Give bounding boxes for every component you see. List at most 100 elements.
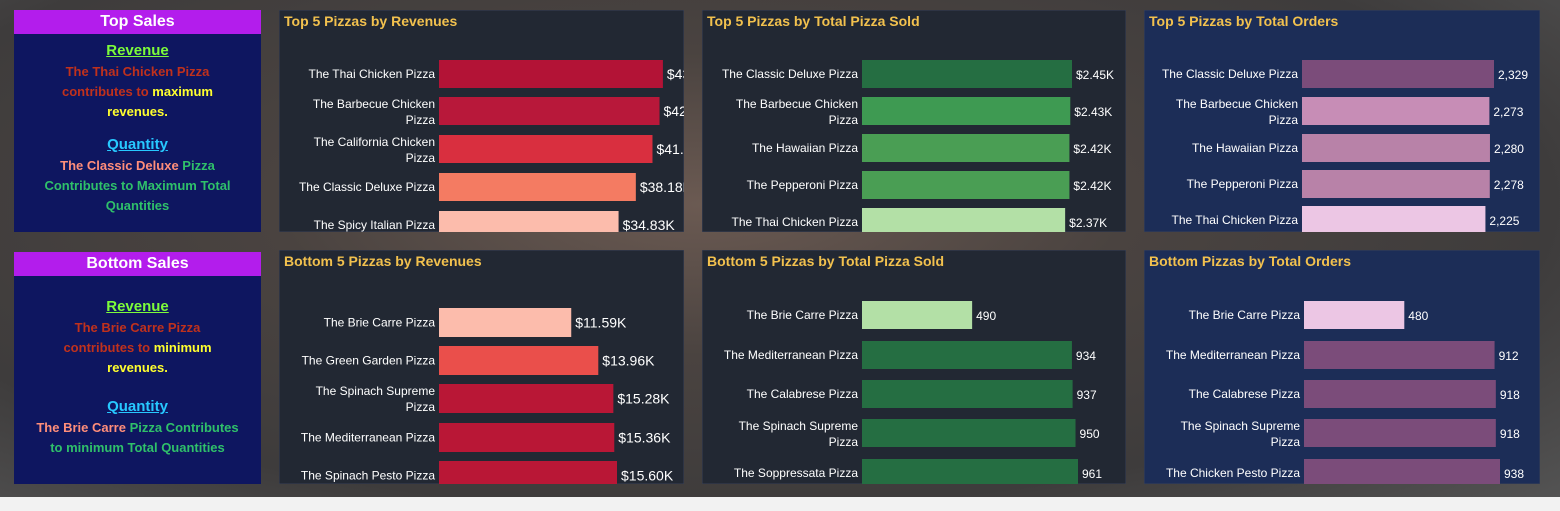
chart-bottom-orders: Bottom Pizzas by Total Orders The Brie Ca… — [1144, 250, 1540, 484]
chart-top-revenues: Top 5 Pizzas by Revenues The Thai Chicken… — [279, 10, 684, 232]
bar-bottom-pizza-sold-1[interactable] — [862, 301, 973, 329]
data-label-bottom-orders-3: 918 — [1500, 388, 1520, 402]
bar-bottom-revenues-3[interactable] — [439, 384, 614, 413]
category-label-bottom-revenues-2: The Green Garden Pizza — [302, 354, 436, 368]
bottom-sales-header: Bottom Sales — [14, 252, 261, 276]
category-label-bottom-revenues-5: The Spinach Pesto Pizza — [301, 469, 435, 483]
chart-bottom-pizza-sold-svg: Bottom 5 Pizzas by Total Pizza Sold The B… — [702, 250, 1126, 484]
bar-top-pizza-sold-1[interactable] — [862, 60, 1072, 88]
top-quantity-line1b: Pizza — [182, 158, 215, 173]
top-revenue-line1: The Thai Chicken Pizza — [65, 64, 210, 79]
top-revenue-line2a: contributes to — [62, 84, 153, 99]
bottom-quantity-title: Quantity — [107, 398, 168, 415]
data-label-bottom-revenues-2: $13.96K — [602, 353, 655, 369]
bar-bottom-pizza-sold-3[interactable] — [862, 380, 1073, 408]
data-label-top-pizza-sold-2: $2.43K — [1074, 105, 1112, 119]
category-label-top-revenues-1: The Thai Chicken Pizza — [308, 67, 435, 81]
bar-top-orders-1[interactable] — [1302, 60, 1494, 88]
data-label-top-orders-1: 2,329 — [1498, 68, 1528, 82]
category-label-bottom-orders-3: The Calabrese Pizza — [1189, 387, 1301, 401]
category-label-bottom-orders-2: The Mediterranean Pizza — [1166, 348, 1300, 362]
chart-bottom-revenues: Bottom 5 Pizzas by Revenues The Brie Carr… — [279, 250, 684, 484]
bottom-revenue-line1: The Brie Carre Pizza — [74, 320, 201, 335]
category-label-bottom-revenues-1: The Brie Carre Pizza — [324, 316, 436, 330]
bar-top-pizza-sold-2[interactable] — [862, 97, 1071, 125]
data-label-bottom-orders-5: 938 — [1504, 467, 1524, 481]
data-label-top-pizza-sold-3: $2.42K — [1073, 142, 1111, 156]
bar-bottom-revenues-1[interactable] — [439, 308, 572, 337]
bottom-revenue-line2b: minimum — [153, 340, 212, 355]
category-label-bottom-revenues-4: The Mediterranean Pizza — [301, 431, 435, 445]
bar-top-revenues-2[interactable] — [439, 97, 660, 125]
bar-bottom-revenues-2[interactable] — [439, 346, 599, 375]
bar-bottom-orders-2[interactable] — [1304, 341, 1495, 369]
category-label-top-revenues-4: The Classic Deluxe Pizza — [299, 180, 435, 194]
chart-title-top-orders: Top 5 Pizzas by Total Orders — [1149, 13, 1339, 29]
bar-top-orders-5[interactable] — [1302, 206, 1486, 232]
bar-top-revenues-1[interactable] — [439, 60, 663, 88]
bottom-sales-body: Revenue The Brie Carre Pizza contributes… — [14, 276, 261, 458]
bar-top-orders-4[interactable] — [1302, 170, 1490, 198]
bar-bottom-orders-1[interactable] — [1304, 301, 1405, 329]
chart-bottom-orders-svg: Bottom Pizzas by Total Orders The Brie Ca… — [1144, 250, 1540, 484]
bar-bottom-orders-5[interactable] — [1304, 459, 1500, 484]
top-revenue-title: Revenue — [106, 42, 169, 59]
category-label-bottom-pizza-sold-2: The Mediterranean Pizza — [724, 348, 858, 362]
bar-top-orders-2[interactable] — [1302, 97, 1490, 125]
data-label-top-revenues-1: $43.43K — [667, 66, 684, 82]
chart-top-orders-svg: Top 5 Pizzas by Total Orders The Classic … — [1144, 10, 1540, 232]
bar-bottom-orders-4[interactable] — [1304, 419, 1496, 447]
bottom-quantity-line1: The Brie Carre Pizza Contributes — [18, 418, 257, 438]
data-label-bottom-revenues-1: $11.59K — [575, 315, 627, 331]
data-label-top-revenues-2: $42.77K — [664, 103, 684, 119]
data-label-top-pizza-sold-5: $2.37K — [1069, 216, 1107, 230]
chart-title-bottom-orders: Bottom Pizzas by Total Orders — [1149, 253, 1351, 269]
chart-top-pizza-sold-svg: Top 5 Pizzas by Total Pizza Sold The Clas… — [702, 10, 1126, 232]
bar-bottom-pizza-sold-5[interactable] — [862, 459, 1078, 484]
data-label-top-pizza-sold-4: $2.42K — [1073, 179, 1111, 193]
category-label-top-pizza-sold-4: The Pepperoni Pizza — [747, 178, 859, 192]
data-label-bottom-orders-1: 480 — [1408, 309, 1428, 323]
data-label-bottom-pizza-sold-2: 934 — [1076, 349, 1096, 363]
bar-top-pizza-sold-3[interactable] — [862, 134, 1070, 162]
bar-bottom-pizza-sold-2[interactable] — [862, 341, 1072, 369]
bottom-revenue-line2a: contributes to — [63, 340, 154, 355]
top-quantity-line1a: The Classic Deluxe — [60, 158, 183, 173]
bar-top-revenues-4[interactable] — [439, 173, 636, 201]
top-quantity-line2: Contributes to Maximum Total — [44, 178, 231, 193]
bottom-quantity-line2: to minimum Total Quantities — [50, 440, 225, 455]
top-quantity-line3: Quantities — [105, 198, 170, 213]
bar-top-revenues-5[interactable] — [439, 211, 619, 232]
data-label-bottom-pizza-sold-3: 937 — [1077, 388, 1097, 402]
category-label-bottom-orders-1: The Brie Carre Pizza — [1189, 308, 1301, 322]
bar-bottom-orders-3[interactable] — [1304, 380, 1496, 408]
chart-title-top-revenues: Top 5 Pizzas by Revenues — [284, 13, 457, 29]
chart-top-revenues-svg: Top 5 Pizzas by Revenues The Thai Chicken… — [279, 10, 684, 232]
bar-top-orders-3[interactable] — [1302, 134, 1490, 162]
bar-top-revenues-3[interactable] — [439, 135, 653, 163]
bar-top-pizza-sold-5[interactable] — [862, 208, 1066, 232]
category-label-top-orders-5: The Thai Chicken Pizza — [1171, 213, 1298, 227]
data-label-bottom-revenues-3: $15.28K — [617, 391, 670, 407]
data-label-bottom-revenues-4: $15.36K — [618, 430, 671, 446]
data-label-bottom-orders-2: 912 — [1499, 349, 1519, 363]
chart-top-pizza-sold: Top 5 Pizzas by Total Pizza Sold The Clas… — [702, 10, 1126, 232]
chart-bottom-pizza-sold: Bottom 5 Pizzas by Total Pizza Sold The B… — [702, 250, 1126, 484]
chart-bottom-revenues-svg: Bottom 5 Pizzas by Revenues The Brie Carr… — [279, 250, 684, 484]
top-revenue-line2: contributes to maximum — [18, 82, 257, 102]
bottom-quantity-line1a: The Brie Carre — [36, 420, 130, 435]
top-sales-header: Top Sales — [14, 10, 261, 34]
category-label-bottom-orders-5: The Chicken Pesto Pizza — [1166, 466, 1300, 480]
bar-bottom-pizza-sold-4[interactable] — [862, 419, 1076, 447]
bar-bottom-revenues-4[interactable] — [439, 423, 615, 452]
bar-top-pizza-sold-4[interactable] — [862, 171, 1070, 199]
category-label-top-revenues-5: The Spicy Italian Pizza — [314, 218, 436, 232]
data-label-bottom-pizza-sold-4: 950 — [1080, 427, 1100, 441]
chart-top-orders: Top 5 Pizzas by Total Orders The Classic … — [1144, 10, 1540, 232]
bar-bottom-revenues-5[interactable] — [439, 461, 617, 484]
data-label-top-revenues-3: $41.41K — [656, 141, 684, 157]
data-label-bottom-orders-4: 918 — [1500, 427, 1520, 441]
category-label-top-orders-1: The Classic Deluxe Pizza — [1162, 67, 1298, 81]
data-label-top-orders-3: 2,280 — [1494, 142, 1524, 156]
bottom-strip — [0, 497, 1560, 511]
